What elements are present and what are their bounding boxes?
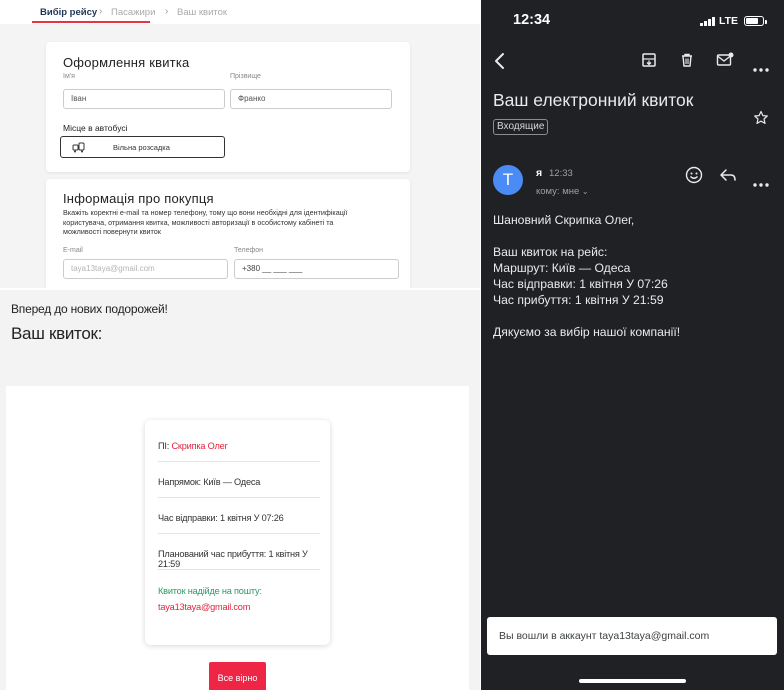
- body-line: [493, 308, 680, 324]
- divider: [158, 533, 320, 534]
- greeting-text: Вперед до нових подорожей!: [11, 302, 168, 316]
- trash-icon[interactable]: [679, 52, 695, 73]
- back-arrow-icon[interactable]: [493, 52, 505, 75]
- last-name-label: Прізвище: [230, 73, 261, 80]
- step-passengers[interactable]: Пасажири: [111, 7, 155, 18]
- recipient-toggle[interactable]: кому: мне ⌄: [536, 186, 589, 197]
- more-icon[interactable]: [753, 59, 769, 77]
- ticket-form-card: Оформлення квитка Ім'я Іван Прізвище Фра…: [46, 42, 410, 172]
- mark-unread-icon[interactable]: [716, 52, 734, 73]
- seat-label: Місце в автобусі: [63, 123, 128, 133]
- body-line: Час прибуття: 1 квітня У 21:59: [493, 293, 664, 307]
- mail-app: 12:34 LTE Ваш електронний квиток Входящи…: [481, 0, 784, 690]
- network-type: LTE: [718, 15, 738, 27]
- description-line: Вкажіть коректні e-mail та номер телефон…: [63, 208, 348, 217]
- chevron-right-icon: ›: [165, 6, 169, 17]
- message-time: 12:33: [549, 168, 573, 179]
- ticket-arrival: Планований час прибуття: 1 квітня У 21:5…: [158, 549, 308, 569]
- ticket-email: taya13taya@gmail.com: [158, 602, 251, 612]
- free-seating-button[interactable]: Вільна розсадка: [60, 136, 225, 158]
- ticket-name-row: ПІ: Скрипка Олег: [158, 441, 320, 451]
- divider: [158, 461, 320, 462]
- first-name-field[interactable]: Іван: [63, 89, 225, 109]
- recipient-text: кому: мне: [536, 186, 580, 197]
- ticket-name-value: Скрипка Олег: [171, 441, 228, 451]
- body-line: Час відправки: 1 квітня У 07:26: [493, 277, 668, 291]
- star-icon[interactable]: [753, 110, 769, 131]
- divider: [158, 497, 320, 498]
- status-time: 12:34: [513, 12, 551, 28]
- battery-icon: [744, 16, 767, 26]
- avatar[interactable]: Т: [493, 165, 523, 195]
- ticket-form-title: Оформлення квитка: [63, 55, 190, 70]
- phone-field[interactable]: +380 __ ___ ___: [234, 259, 399, 279]
- step-your-ticket[interactable]: Ваш квиток: [177, 7, 227, 18]
- reply-icon[interactable]: [719, 168, 737, 187]
- status-indicators: LTE: [700, 14, 767, 28]
- email-body: Шановний Скрипка Олег, Ваш квиток на рей…: [493, 212, 680, 340]
- inbox-label[interactable]: Входящие: [493, 119, 549, 135]
- first-name-label: Ім'я: [63, 73, 75, 80]
- email-subject: Ваш електронний квиток: [493, 90, 694, 110]
- phone-label: Телефон: [234, 247, 264, 254]
- ticket-route: Напрямок: Київ — Одеса: [158, 477, 261, 487]
- last-name-field[interactable]: Франко: [230, 89, 392, 109]
- progress-steps: Вибір рейсу › Пасажири › Ваш квиток: [0, 0, 480, 24]
- ticket-email-note: Квиток надійде на пошту:: [158, 586, 262, 596]
- booking-form-panel: Вибір рейсу › Пасажири › Ваш квиток Офор…: [0, 0, 480, 288]
- result-content-area: ПІ: Скрипка Олег Напрямок: Київ — Одеса …: [6, 386, 469, 690]
- ticket-name-label: ПІ:: [158, 441, 172, 451]
- body-line: Ваш квиток на рейс:: [493, 245, 608, 259]
- email-label: E-mail: [63, 247, 83, 254]
- confirm-button[interactable]: Все вірно: [209, 662, 266, 690]
- account-toast: Вы вошли в аккаунт taya13taya@gmail.com: [487, 617, 777, 655]
- step-flight-select[interactable]: Вибір рейсу: [40, 7, 97, 18]
- chevron-down-icon: ⌄: [581, 187, 589, 196]
- chevron-right-icon: ›: [99, 6, 103, 17]
- sender-name: я: [536, 167, 543, 179]
- ticket-card: ПІ: Скрипка Олег Напрямок: Київ — Одеса …: [145, 420, 330, 645]
- body-line: Шановний Скрипка Олег,: [493, 213, 635, 227]
- archive-icon[interactable]: [641, 52, 657, 73]
- signal-icon: [700, 16, 715, 26]
- body-line: [493, 228, 680, 244]
- buyer-info-card: Інформація про покупця Вкажіть коректні …: [46, 179, 410, 288]
- bus-seat-icon: [72, 142, 85, 155]
- message-more-icon[interactable]: [753, 174, 769, 192]
- free-seating-label: Вільна розсадка: [113, 143, 170, 152]
- divider: [158, 569, 320, 570]
- body-line: Маршрут: Київ — Одеса: [493, 261, 631, 275]
- result-title: Ваш квиток:: [11, 324, 103, 343]
- ticket-result-panel: Вперед до нових подорожей! Ваш квиток: П…: [0, 290, 480, 690]
- ticket-departure: Час відправки: 1 квітня У 07:26: [158, 513, 284, 523]
- body-line: Дякуємо за вибір нашої компанії!: [493, 325, 681, 339]
- description-line: користувача, отримання квитка, можливост…: [63, 217, 334, 227]
- buyer-info-title: Інформація про покупця: [63, 191, 214, 206]
- description-line: можливості повернути квиток: [63, 227, 161, 236]
- home-indicator[interactable]: [579, 679, 686, 683]
- buyer-info-description: Вкажіть коректні e-mail та номер телефон…: [63, 208, 393, 237]
- email-field[interactable]: taya13taya@gmail.com: [63, 259, 228, 279]
- active-step-underline: [32, 21, 150, 23]
- emoji-react-icon[interactable]: [685, 166, 703, 189]
